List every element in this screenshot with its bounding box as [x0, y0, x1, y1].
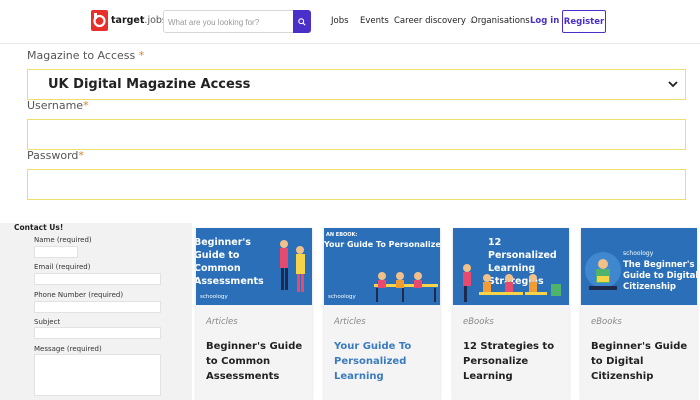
site-header: target.jobs Jobs Events Career discovery… — [0, 0, 700, 44]
password-field[interactable] — [27, 169, 686, 200]
logo-text: target.jobs — [111, 15, 167, 26]
illustration-reader-icon — [585, 252, 621, 290]
search-icon — [298, 17, 306, 26]
search-box — [163, 10, 311, 33]
password-label: Password* — [27, 149, 84, 162]
logo-icon — [91, 10, 108, 31]
card-title[interactable]: Beginner's Guide to Digital Citizenship — [591, 339, 691, 384]
magazine-select-value: UK Digital Magazine Access — [48, 77, 251, 92]
register-button[interactable]: Register — [562, 10, 606, 33]
magazine-select[interactable]: UK Digital Magazine Access — [27, 69, 686, 100]
logo[interactable]: target.jobs — [91, 10, 167, 31]
card-common-assessments[interactable]: Beginner's Guide to Common Assessments s… — [196, 228, 312, 400]
card-personalized-learning[interactable]: AN EBOOK: Your Guide To Personalized Lea… — [324, 228, 440, 400]
card-title[interactable]: Beginner's Guide to Common Assessments — [206, 339, 306, 384]
login-link[interactable]: Log in — [530, 16, 559, 26]
card-image: AN EBOOK: Your Guide To Personalized Lea… — [324, 228, 440, 305]
nav-organisations[interactable]: Organisations — [471, 16, 530, 26]
contact-message-textarea[interactable] — [34, 354, 161, 396]
card-image-title: Beginner's Guide to Common Assessments — [196, 237, 264, 287]
contact-subject-label: Subject — [34, 318, 61, 326]
card-category: eBooks — [463, 317, 494, 327]
card-digital-citizenship[interactable]: schoology The Beginner's Guide to Digita… — [581, 228, 697, 400]
contact-title: Contact Us! — [14, 223, 64, 232]
card-title[interactable]: Your Guide To Personalized Learning — [334, 339, 434, 384]
page: target.jobs Jobs Events Career discovery… — [0, 0, 700, 400]
contact-subject-input[interactable] — [34, 327, 161, 339]
nav-jobs[interactable]: Jobs — [331, 16, 349, 26]
illustration-students-icon — [463, 264, 561, 302]
card-category: Articles — [334, 317, 366, 327]
username-label: Username* — [27, 99, 89, 112]
username-field[interactable] — [27, 119, 686, 150]
card-image: schoology The Beginner's Guide to Digita… — [581, 228, 697, 305]
brand-label: schoology — [623, 250, 654, 257]
nav-events[interactable]: Events — [360, 16, 389, 26]
card-image: Beginner's Guide to Common Assessments s… — [196, 228, 312, 305]
magazine-label: Magazine to Access * — [27, 49, 145, 62]
chevron-down-icon — [668, 81, 678, 88]
illustration-classroom-icon — [374, 272, 438, 302]
card-image-title: Your Guide To Personalized Learning — [324, 240, 440, 249]
contact-name-label: Name (required) — [34, 236, 92, 244]
card-category: eBooks — [591, 317, 622, 327]
contact-message-label: Message (required) — [34, 345, 102, 353]
contact-panel: Contact Us! Name (required) Email (requi… — [0, 223, 192, 400]
contact-email-input[interactable] — [34, 273, 161, 285]
nav-career-discovery[interactable]: Career discovery ⌄ — [394, 16, 475, 26]
contact-phone-label: Phone Number (required) — [34, 291, 124, 299]
card-category: Articles — [206, 317, 238, 327]
brand-label: schoology — [328, 294, 356, 300]
card-title[interactable]: 12 Strategies to Personalize Learning — [463, 339, 563, 384]
card-image: 12 Personalized Learning Strategies — [453, 228, 569, 305]
search-button[interactable] — [293, 10, 311, 33]
illustration-people-icon — [280, 240, 305, 292]
brand-label: schoology — [200, 294, 228, 300]
contact-name-input[interactable] — [34, 246, 78, 258]
contact-phone-input[interactable] — [34, 301, 161, 313]
card-image-title: The Beginner's Guide to Digital Citizens… — [623, 260, 697, 292]
contact-email-label: Email (required) — [34, 263, 91, 271]
card-12-strategies[interactable]: 12 Personalized Learning Strategies eBoo… — [453, 228, 569, 400]
search-input[interactable] — [168, 14, 292, 30]
